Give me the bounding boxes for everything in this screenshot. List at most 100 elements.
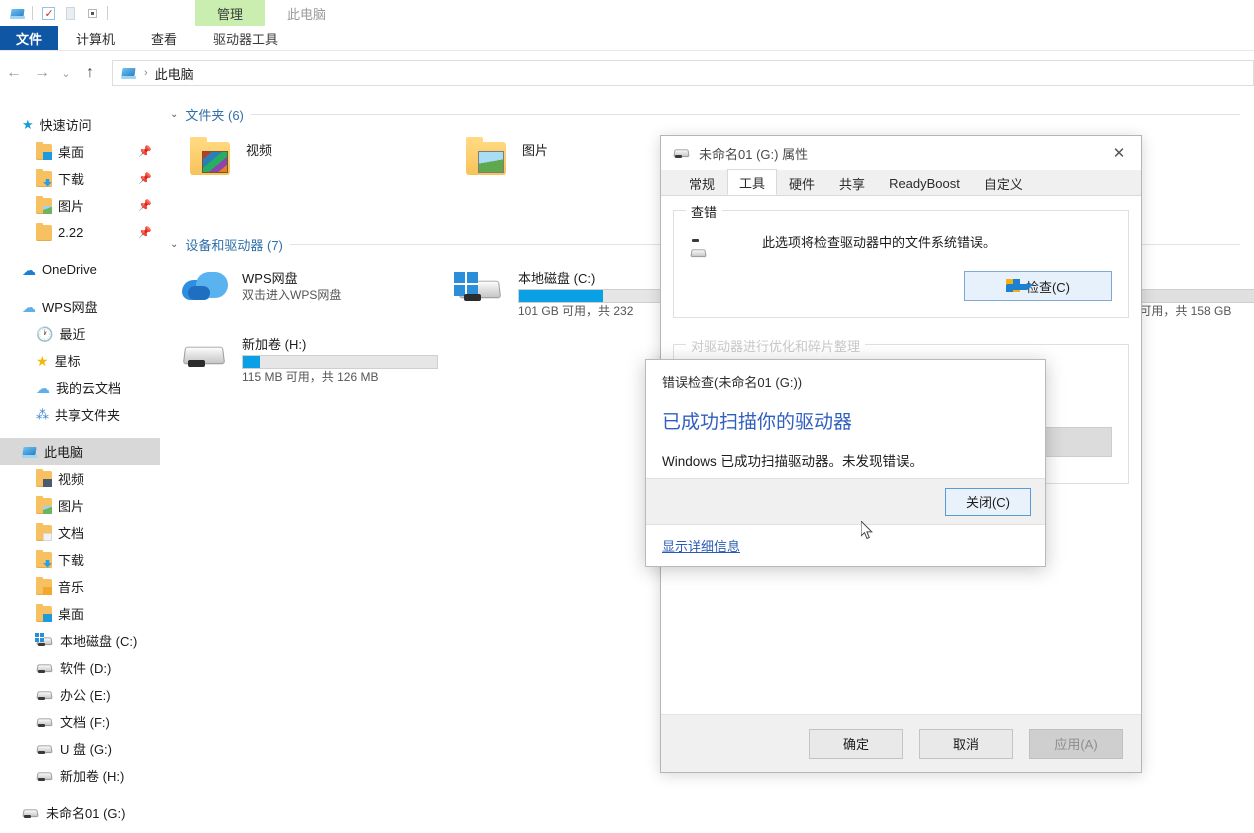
tab-drive-tools[interactable]: 驱动器工具 bbox=[195, 26, 296, 50]
folder-desktop-icon bbox=[36, 603, 52, 622]
tile-label: 图片 bbox=[522, 143, 549, 158]
tile-drive-occluded[interactable]: :) B 可用，共 158 GB bbox=[1128, 266, 1254, 320]
sidebar-item-label: 2.22 bbox=[58, 225, 84, 240]
tile-wps-cloud[interactable]: WPS网盘 双击进入WPS网盘 bbox=[180, 266, 341, 310]
tile-label: 新加卷 (H:) bbox=[242, 337, 307, 352]
sidebar-item-pictures-2[interactable]: 图片 bbox=[0, 492, 160, 519]
sidebar-item-label: 新加卷 (H:) bbox=[60, 769, 125, 784]
tab-view[interactable]: 查看 bbox=[133, 26, 195, 50]
sidebar-item-label: 图片 bbox=[58, 199, 85, 214]
drive-icon bbox=[22, 805, 40, 821]
sidebar-item-downloads-2[interactable]: 下载 bbox=[0, 546, 160, 573]
tile-pictures[interactable]: 图片 bbox=[460, 137, 549, 182]
sidebar-item-label: OneDrive bbox=[42, 262, 97, 277]
sidebar-item-drive-d[interactable]: 软件 (D:) bbox=[0, 654, 160, 681]
sidebar-item-label: 共享文件夹 bbox=[55, 408, 121, 423]
back-arrow-icon[interactable]: ← bbox=[0, 59, 28, 87]
sidebar-item-downloads[interactable]: 下载 📌 bbox=[0, 165, 160, 192]
sidebar-item-videos[interactable]: 视频 bbox=[0, 465, 160, 492]
cancel-button[interactable]: 取消 bbox=[919, 728, 1013, 759]
group-label: 查错 bbox=[686, 202, 723, 221]
sidebar-item-this-pc[interactable]: 此电脑 bbox=[0, 438, 160, 465]
sidebar-item-documents[interactable]: 文档 bbox=[0, 519, 160, 546]
close-button[interactable]: 关闭(C) bbox=[945, 487, 1031, 516]
show-details-link[interactable]: 显示详细信息 bbox=[662, 536, 740, 555]
tab-general[interactable]: 常规 bbox=[677, 171, 727, 195]
up-arrow-icon[interactable]: ↑ bbox=[76, 59, 104, 87]
drive-icon bbox=[36, 768, 54, 784]
this-pc-icon[interactable] bbox=[6, 2, 28, 24]
tab-hardware[interactable]: 硬件 bbox=[777, 171, 827, 195]
tab-computer[interactable]: 计算机 bbox=[58, 26, 133, 50]
sidebar-item-music[interactable]: 音乐 bbox=[0, 573, 160, 600]
pin-icon[interactable]: 📌 bbox=[138, 145, 152, 158]
sidebar-item-label: 软件 (D:) bbox=[60, 661, 112, 676]
sidebar-item-222[interactable]: 2.22 📌 bbox=[0, 219, 160, 246]
folder-icon bbox=[36, 222, 52, 241]
sidebar-item-drive-e[interactable]: 办公 (E:) bbox=[0, 681, 160, 708]
ok-button[interactable]: 确定 bbox=[809, 728, 903, 759]
close-icon[interactable]: ✕ bbox=[1097, 136, 1141, 170]
pin-icon[interactable]: 📌 bbox=[138, 226, 152, 239]
tile-label: 视频 bbox=[246, 143, 273, 158]
dialog-footer: 显示详细信息 bbox=[646, 524, 1045, 566]
properties-tab-strip: 常规 工具 硬件 共享 ReadyBoost 自定义 bbox=[661, 169, 1141, 196]
sidebar-item-label: 桌面 bbox=[58, 145, 85, 160]
navigation-pane[interactable]: ★ 快速访问 桌面 📌 下载 📌 图片 📌 2.22 📌 ☁ OneDrive bbox=[0, 95, 160, 833]
sidebar-item-my-cloud-docs[interactable]: ☁ 我的云文档 bbox=[0, 374, 160, 401]
sidebar-item-label: 我的云文档 bbox=[56, 381, 122, 396]
sidebar-item-drive-g[interactable]: U 盘 (G:) bbox=[0, 735, 160, 762]
capacity-bar bbox=[242, 355, 438, 369]
check-button[interactable]: 检查(C) bbox=[964, 271, 1112, 301]
chevron-down-icon[interactable]: ⌄ bbox=[56, 59, 76, 87]
tab-sharing[interactable]: 共享 bbox=[827, 171, 877, 195]
sidebar-item-onedrive[interactable]: ☁ OneDrive bbox=[0, 256, 160, 283]
properties-icon[interactable]: ✓ bbox=[37, 2, 59, 24]
sidebar-item-label: 星标 bbox=[54, 354, 81, 369]
tab-tools[interactable]: 工具 bbox=[727, 169, 778, 195]
divider bbox=[32, 6, 33, 20]
tile-videos[interactable]: 视频 bbox=[184, 137, 273, 182]
breadcrumb[interactable]: › 此电脑 bbox=[112, 60, 1254, 86]
new-folder-icon[interactable] bbox=[59, 2, 81, 24]
contextual-tab-manage[interactable]: 管理 bbox=[195, 0, 266, 26]
tab-customize[interactable]: 自定义 bbox=[972, 171, 1035, 195]
tab-file[interactable]: 文件 bbox=[0, 26, 59, 50]
tile-drive-c[interactable]: 本地磁盘 (C:) 101 GB 可用，共 232 bbox=[454, 266, 668, 320]
sidebar-item-drive-f[interactable]: 文档 (F:) bbox=[0, 708, 160, 735]
sidebar-item-label: 最近 bbox=[59, 327, 86, 342]
dialog-message: Windows 已成功扫描驱动器。未发现错误。 bbox=[662, 454, 924, 469]
sidebar-item-starred[interactable]: ★ 星标 bbox=[0, 347, 160, 374]
sidebar-item-desktop[interactable]: 桌面 📌 bbox=[0, 138, 160, 165]
sidebar-item-unnamed01-g[interactable]: 未命名01 (G:) bbox=[0, 799, 160, 826]
folder-pictures-icon bbox=[36, 195, 52, 214]
window-title: 此电脑 bbox=[287, 6, 327, 22]
divider bbox=[250, 114, 1240, 115]
tile-drive-h[interactable]: 新加卷 (H:) 115 MB 可用，共 126 MB bbox=[180, 332, 438, 386]
breadcrumb-item-this-pc[interactable]: 此电脑 bbox=[155, 64, 194, 83]
sidebar-item-shared-folder[interactable]: ⁂ 共享文件夹 bbox=[0, 401, 160, 428]
sidebar-item-drive-c[interactable]: 本地磁盘 (C:) bbox=[0, 627, 160, 654]
pin-icon[interactable]: 📌 bbox=[138, 172, 152, 185]
sidebar-item-pictures[interactable]: 图片 📌 bbox=[0, 192, 160, 219]
error-checking-dialog[interactable]: 错误检查(未命名01 (G:)) 已成功扫描你的驱动器 Windows 已成功扫… bbox=[645, 359, 1046, 567]
sidebar-item-wps-cloud[interactable]: ☁ WPS网盘 bbox=[0, 293, 160, 320]
sidebar-item-label: 图片 bbox=[58, 499, 85, 514]
customize-icon[interactable] bbox=[81, 2, 103, 24]
chevron-down-icon[interactable]: ⌄ bbox=[170, 109, 178, 120]
sidebar-item-drive-h[interactable]: 新加卷 (H:) bbox=[0, 762, 160, 789]
chevron-down-icon[interactable]: ⌄ bbox=[170, 239, 178, 250]
sidebar-item-quick-access[interactable]: ★ 快速访问 bbox=[0, 111, 160, 138]
tab-readyboost[interactable]: ReadyBoost bbox=[877, 171, 972, 195]
sidebar-item-desktop-2[interactable]: 桌面 bbox=[0, 600, 160, 627]
forward-arrow-icon[interactable]: → bbox=[28, 59, 56, 87]
group-header-folders[interactable]: ⌄ 文件夹 (6) bbox=[160, 95, 1254, 130]
folder-downloads-icon bbox=[36, 168, 52, 187]
sidebar-item-recent[interactable]: 🕐 最近 bbox=[0, 320, 160, 347]
apply-button: 应用(A) bbox=[1029, 728, 1123, 759]
clock-icon: 🕐 bbox=[36, 325, 54, 342]
pin-icon[interactable]: 📌 bbox=[138, 199, 152, 212]
